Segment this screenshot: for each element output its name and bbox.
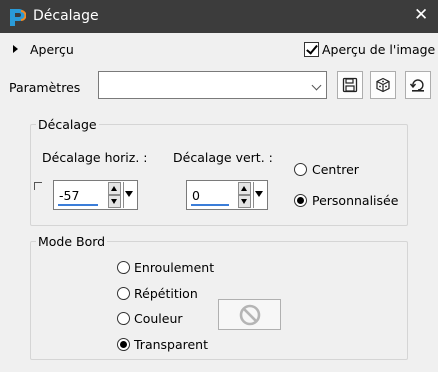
focus-underline <box>191 204 229 206</box>
center-radio[interactable] <box>294 163 307 176</box>
preview-image-label: Aperçu de l'image <box>322 42 436 57</box>
vertical-increment-button[interactable] <box>238 182 251 195</box>
offset-group-title: Décalage <box>36 117 99 132</box>
edge-color-swatch[interactable] <box>218 299 281 330</box>
custom-radio[interactable] <box>294 194 307 207</box>
custom-radio-label: Personnalisée <box>312 193 399 208</box>
center-radio-label: Centrer <box>312 162 359 177</box>
disabled-icon <box>239 304 261 326</box>
horizontal-slider-dropdown[interactable] <box>123 182 136 208</box>
wrap-radio-label: Enroulement <box>134 260 215 275</box>
parameters-label: Paramètres <box>9 80 81 95</box>
edge-mode-group-title: Mode Bord <box>36 234 108 249</box>
horizontal-offset-value[interactable]: -57 <box>59 188 79 203</box>
link-corner-icon <box>34 182 42 190</box>
preset-select[interactable] <box>98 71 327 99</box>
horizontal-decrement-button[interactable] <box>108 195 121 208</box>
vertical-offset-field[interactable]: 0 <box>186 180 268 210</box>
expand-arrow-icon[interactable] <box>13 45 18 53</box>
chevron-down-icon <box>311 80 322 91</box>
save-icon <box>342 77 358 93</box>
app-logo-icon <box>10 9 26 26</box>
repeat-radio[interactable] <box>117 287 130 300</box>
horizontal-increment-button[interactable] <box>108 182 121 195</box>
repeat-radio-label: Répétition <box>134 286 198 301</box>
reset-button[interactable] <box>405 71 431 99</box>
preview-toggle-label[interactable]: Aperçu <box>30 42 74 57</box>
window-title: Décalage <box>33 8 99 24</box>
vertical-decrement-button[interactable] <box>238 195 251 208</box>
horizontal-offset-label: Décalage horiz. : <box>42 150 148 165</box>
horizontal-offset-field[interactable]: -57 <box>53 180 138 210</box>
title-bar: Décalage ✕ <box>0 0 438 33</box>
close-icon[interactable]: ✕ <box>414 5 428 25</box>
vertical-offset-value[interactable]: 0 <box>192 188 200 203</box>
vertical-slider-dropdown[interactable] <box>253 182 266 208</box>
random-icon <box>376 77 390 93</box>
wrap-radio[interactable] <box>117 261 130 274</box>
vertical-offset-label: Décalage vert. : <box>173 150 273 165</box>
preview-image-checkbox[interactable] <box>304 42 319 57</box>
randomize-button[interactable] <box>370 71 396 99</box>
color-radio[interactable] <box>117 312 130 325</box>
focus-underline <box>58 204 98 206</box>
transparent-radio-label: Transparent <box>134 337 209 352</box>
save-preset-button[interactable] <box>337 71 363 99</box>
transparent-radio[interactable] <box>117 338 130 351</box>
color-radio-label: Couleur <box>134 311 183 326</box>
reset-icon <box>410 79 424 92</box>
